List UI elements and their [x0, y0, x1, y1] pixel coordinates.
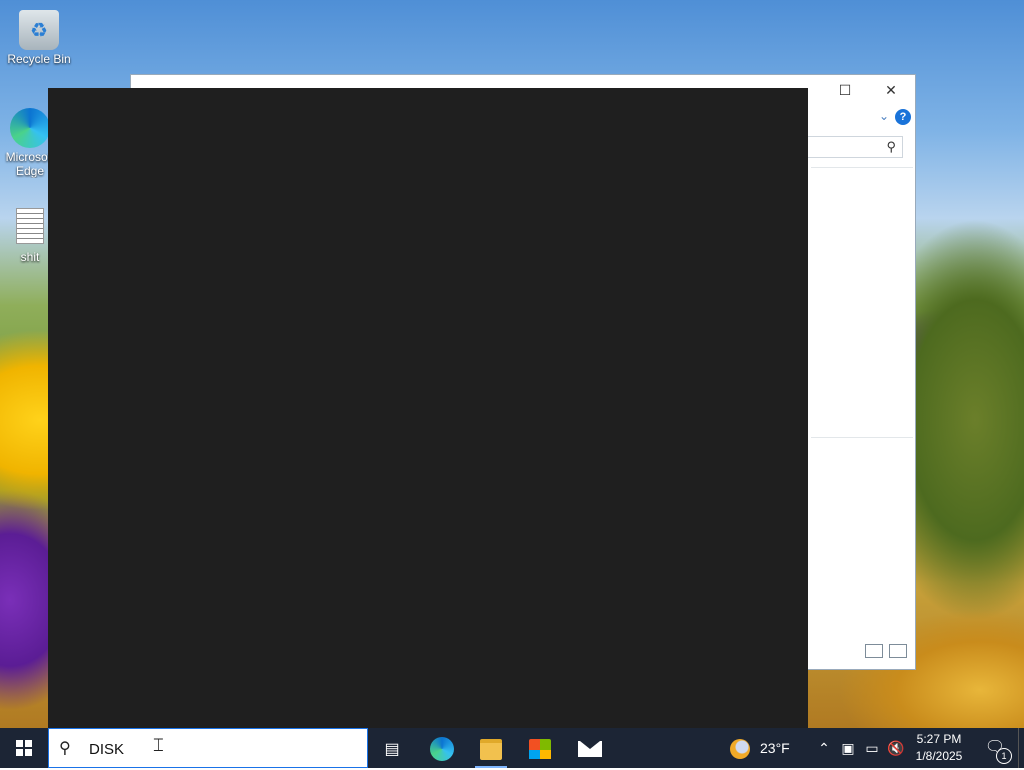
- taskbar-file-explorer-button[interactable]: [467, 728, 515, 768]
- action-center-button[interactable]: 🗨 1: [980, 728, 1012, 768]
- weather-widget[interactable]: 23°F: [730, 728, 790, 768]
- clock-time: 5:27 PM: [916, 732, 962, 746]
- windows-logo-icon: [16, 740, 32, 756]
- help-icon[interactable]: ?: [895, 109, 911, 125]
- chevron-down-icon[interactable]: ⌄: [879, 109, 889, 123]
- maximize-icon: ☐: [838, 82, 852, 98]
- start-button[interactable]: [0, 728, 48, 768]
- search-icon: ⚲: [886, 139, 896, 154]
- search-results-panel: [48, 88, 808, 728]
- recycle-bin-icon: [19, 10, 59, 50]
- mail-icon: [578, 741, 602, 758]
- task-view-icon: ▤: [384, 741, 400, 758]
- edge-icon: [10, 108, 50, 148]
- chevron-up-icon[interactable]: ⌃: [812, 728, 836, 768]
- desktop-icon-label: Recycle Bin: [7, 52, 71, 66]
- taskbar-search-box[interactable]: ⚲ ⌶: [48, 728, 368, 768]
- search-icon: ⚲: [59, 740, 71, 757]
- notification-count-badge: 1: [996, 748, 1012, 764]
- divider: [811, 437, 913, 438]
- large-icons-view-icon[interactable]: [889, 644, 907, 658]
- search-input[interactable]: [87, 738, 351, 760]
- volume-muted-icon[interactable]: 🔇: [884, 728, 908, 768]
- show-desktop-button[interactable]: [1018, 728, 1024, 768]
- close-icon: ✕: [885, 82, 897, 98]
- store-icon: [529, 739, 551, 760]
- moon-cloud-icon: [730, 739, 750, 760]
- weather-temp: 23°F: [760, 740, 790, 756]
- meet-now-icon[interactable]: ▣: [836, 728, 860, 768]
- desktop-icon-recycle-bin[interactable]: Recycle Bin: [4, 10, 74, 66]
- divider: [811, 167, 913, 168]
- folder-icon: [480, 738, 502, 760]
- maximize-button[interactable]: ☐: [825, 79, 865, 101]
- network-icon[interactable]: ▭: [860, 728, 884, 768]
- clock-date: 1/8/2025: [915, 749, 963, 763]
- taskbar-edge-button[interactable]: [418, 728, 466, 768]
- view-toggle: [859, 644, 907, 661]
- text-document-icon: [16, 208, 44, 244]
- system-tray: ⌃ ▣ ▭ 🔇: [812, 728, 908, 768]
- taskbar: ⚲ ⌶ ▤ 23°F ⌃▣▭🔇 5:27 PM 1/8/2025 🗨 1: [0, 728, 1024, 768]
- search-input[interactable]: ⚲: [806, 136, 903, 158]
- task-view-button[interactable]: ▤: [368, 728, 416, 768]
- taskbar-mail-button[interactable]: [566, 728, 614, 768]
- clock[interactable]: 5:27 PM 1/8/2025: [908, 731, 970, 765]
- edge-icon: [430, 737, 454, 762]
- close-button[interactable]: ✕: [871, 79, 911, 101]
- taskbar-store-button[interactable]: [516, 728, 564, 768]
- text-cursor-icon: ⌶: [153, 735, 164, 755]
- details-view-icon[interactable]: [865, 644, 883, 658]
